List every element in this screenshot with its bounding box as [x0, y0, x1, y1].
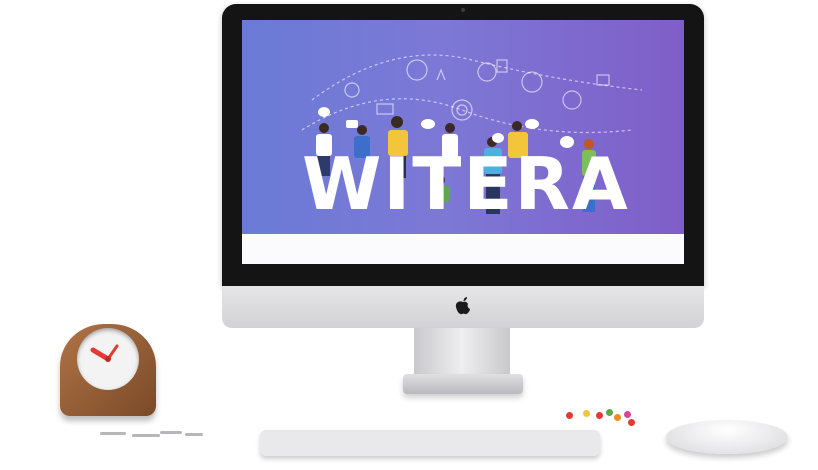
globe-icon: [477, 62, 497, 82]
clock-hands-icon: [90, 344, 119, 362]
people-icon: [562, 90, 582, 110]
target-icon: [451, 99, 473, 121]
hero-banner: WITERA: [242, 20, 684, 234]
candy: [624, 411, 631, 418]
candy: [583, 410, 590, 417]
candy: [566, 412, 573, 419]
screen-footer-strip: [242, 234, 684, 264]
apple-logo-icon: [455, 297, 470, 315]
camera-icon: [461, 8, 465, 12]
candy: [596, 412, 603, 419]
brand-wordmark: WITERA: [302, 142, 630, 226]
paper-clip: [100, 432, 126, 435]
candy: [606, 409, 613, 416]
imac-stand: [414, 328, 510, 378]
clock-face: [77, 328, 139, 390]
arrow-icon: [436, 68, 446, 81]
mouse: [666, 420, 788, 454]
dollar-icon: [406, 59, 428, 81]
imac-screen: WITERA: [242, 20, 684, 264]
candy: [614, 414, 621, 421]
imac-base: [403, 374, 523, 394]
box-icon: [596, 74, 610, 86]
paper-clip: [132, 434, 160, 437]
gear-icon: [521, 71, 543, 93]
candy: [628, 419, 635, 426]
paper-clip: [185, 433, 203, 436]
desk-scene: WITERA: [0, 0, 818, 470]
handshake-icon: [376, 103, 394, 115]
keyboard: [260, 430, 600, 456]
gear-icon: [344, 82, 360, 98]
paper-clip: [160, 431, 182, 434]
imac-chin: [222, 286, 704, 328]
